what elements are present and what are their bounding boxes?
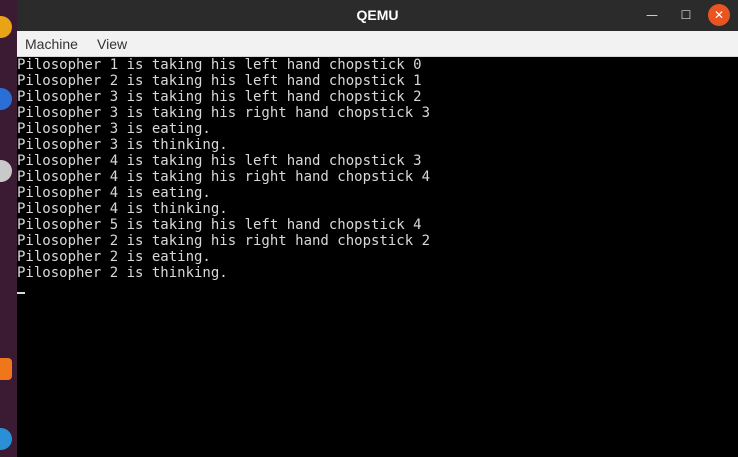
console-line: Pilosopher 4 is thinking. [17,201,228,217]
console-line: Pilosopher 4 is taking his right hand ch… [17,169,431,185]
dock-app-icon-1[interactable] [0,16,12,38]
console-line: Pilosopher 3 is taking his left hand cho… [17,89,422,105]
dock-app-icon-3[interactable] [0,160,12,182]
console-line: Pilosopher 4 is eating. [17,185,211,201]
menu-view[interactable]: View [97,36,127,52]
desktop-dock [0,0,17,457]
dock-app-icon-4[interactable] [0,358,12,380]
close-icon: ✕ [713,8,725,22]
window-title: QEMU [356,7,399,23]
console-line: Pilosopher 5 is taking his left hand cho… [17,217,422,233]
console-line: Pilosopher 2 is taking his left hand cho… [17,73,422,89]
dock-app-icon-5[interactable] [0,428,12,450]
console-line: Pilosopher 2 is thinking. [17,265,228,281]
console-line: Pilosopher 2 is taking his right hand ch… [17,233,431,249]
dock-app-icon-2[interactable] [0,88,12,110]
maximize-button[interactable]: ☐ [675,4,697,26]
console-line: Pilosopher 2 is eating. [17,249,211,265]
console-line: Pilosopher 3 is eating. [17,121,211,137]
console-line: Pilosopher 4 is taking his left hand cho… [17,153,422,169]
menu-machine[interactable]: Machine [25,36,78,52]
close-button[interactable]: ✕ [708,4,730,26]
console-line: Pilosopher 1 is taking his left hand cho… [17,57,422,73]
minimize-button[interactable]: — [641,4,663,26]
menu-bar: Machine View [17,31,738,57]
maximize-icon: ☐ [680,8,692,22]
console-line: Pilosopher 3 is taking his right hand ch… [17,105,431,121]
qemu-window: QEMU — ☐ ✕ Machine View Pilosopher 1 is … [17,0,738,457]
console-line: Pilosopher 3 is thinking. [17,137,228,153]
minimize-icon: — [646,8,658,22]
console-output[interactable]: Pilosopher 1 is taking his left hand cho… [17,57,738,457]
text-cursor [17,292,25,294]
title-bar[interactable]: QEMU — ☐ ✕ [17,0,738,31]
